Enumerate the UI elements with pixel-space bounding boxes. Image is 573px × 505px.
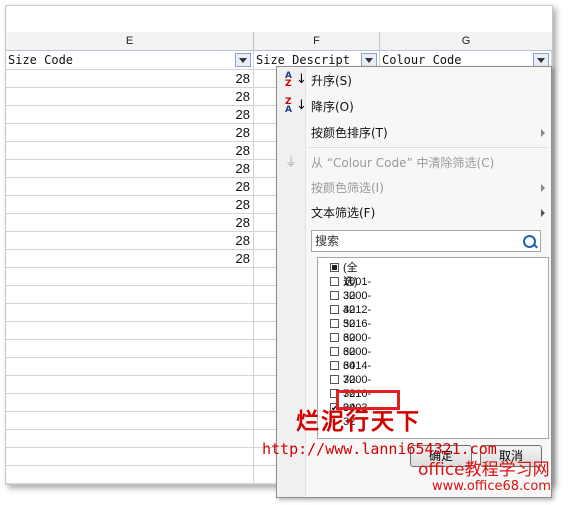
menu-separator: [309, 147, 547, 148]
checkbox[interactable]: [330, 305, 339, 314]
chevron-down-icon: [537, 58, 545, 63]
search-placeholder: 搜索: [315, 234, 340, 248]
menu-item-sort-descending[interactable]: 降序(O): [311, 97, 354, 117]
sort-arrow-icon: ↓: [296, 98, 307, 113]
cell-size-code[interactable]: [6, 304, 254, 322]
column-header-f[interactable]: F: [254, 32, 380, 51]
cell-size-code[interactable]: 28: [6, 160, 254, 178]
cell-size-code[interactable]: [6, 358, 254, 376]
column-header-g[interactable]: G: [380, 32, 552, 51]
menu-item-text-filter[interactable]: 文本筛选(F): [311, 203, 375, 223]
header-cell-size-code[interactable]: Size Code: [6, 51, 254, 70]
cell-size-code[interactable]: 28: [6, 232, 254, 250]
checkbox[interactable]: [330, 333, 339, 342]
cell-size-code[interactable]: 28: [6, 250, 254, 268]
cell-size-code[interactable]: 28: [6, 142, 254, 160]
filter-funnel-icon: [239, 58, 247, 63]
cell-size-code[interactable]: [6, 376, 254, 394]
checkbox[interactable]: [330, 319, 339, 328]
cell-size-code[interactable]: 28: [6, 70, 254, 88]
header-label-size-code: Size Code: [8, 53, 74, 67]
cell-size-code[interactable]: 28: [6, 88, 254, 106]
sort-descending-icon: ZA: [285, 97, 292, 115]
checkbox[interactable]: [330, 277, 339, 286]
menu-item-filter-by-color[interactable]: 按颜色筛选(I): [311, 178, 384, 198]
watermark-site: office教程学习网: [418, 460, 550, 480]
header-label-size-description: Size Descript: [256, 53, 350, 67]
cell-size-code[interactable]: 28: [6, 178, 254, 196]
cell-size-code[interactable]: [6, 322, 254, 340]
cell-size-code[interactable]: [6, 448, 254, 466]
submenu-arrow-icon: [541, 184, 545, 192]
checkbox[interactable]: [330, 375, 339, 384]
cell-size-code[interactable]: [6, 268, 254, 286]
menu-item-sort-ascending[interactable]: 升序(S): [311, 71, 352, 91]
cell-size-code[interactable]: 28: [6, 196, 254, 214]
submenu-arrow-icon: [541, 129, 545, 137]
menu-item-clear-filter[interactable]: 从 “Colour Code” 中清除筛选(C): [311, 153, 494, 173]
cell-size-code[interactable]: [6, 412, 254, 430]
sort-arrow-icon: ↓: [296, 72, 307, 87]
submenu-arrow-icon: [541, 209, 545, 217]
search-icon[interactable]: [523, 235, 536, 248]
filter-dropdown-button[interactable]: [533, 53, 549, 67]
search-input[interactable]: 搜索: [311, 230, 541, 252]
chevron-down-icon: [365, 58, 373, 63]
menu-item-sort-by-color[interactable]: 按颜色排序(T): [311, 123, 388, 143]
clear-filter-icon: ⏚: [285, 155, 298, 169]
checkbox[interactable]: [330, 291, 339, 300]
filter-dropdown-button[interactable]: [361, 53, 377, 67]
column-header-e[interactable]: E: [6, 32, 254, 51]
cell-size-code[interactable]: [6, 394, 254, 412]
cell-size-code[interactable]: [6, 286, 254, 304]
checkbox[interactable]: [330, 347, 339, 356]
header-label-colour-code: Colour Code: [382, 53, 462, 67]
cell-size-code[interactable]: 28: [6, 214, 254, 232]
cell-size-code[interactable]: 28: [6, 124, 254, 142]
cell-size-code[interactable]: 28: [6, 106, 254, 124]
cell-size-code[interactable]: [6, 466, 254, 484]
tristate-checkbox[interactable]: [330, 263, 339, 272]
cell-size-code[interactable]: [6, 340, 254, 358]
filter-dropdown-button[interactable]: [235, 53, 251, 67]
checkbox[interactable]: [330, 361, 339, 370]
watermark-site-url: www.office68.com: [432, 479, 551, 494]
sort-ascending-icon: AZ: [285, 71, 292, 89]
cell-size-code[interactable]: [6, 430, 254, 448]
watermark-title: 烂泥行天下: [296, 408, 421, 435]
